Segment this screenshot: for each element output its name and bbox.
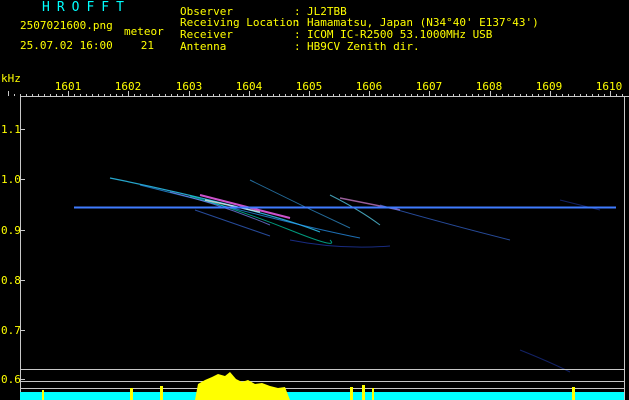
time-tick-marks: [8, 91, 623, 96]
x-axis-ruler: [20, 96, 629, 400]
signal-level-histogram: [20, 372, 624, 400]
spectrogram-plot: [8, 91, 629, 400]
level-reference-lines: [20, 369, 624, 389]
